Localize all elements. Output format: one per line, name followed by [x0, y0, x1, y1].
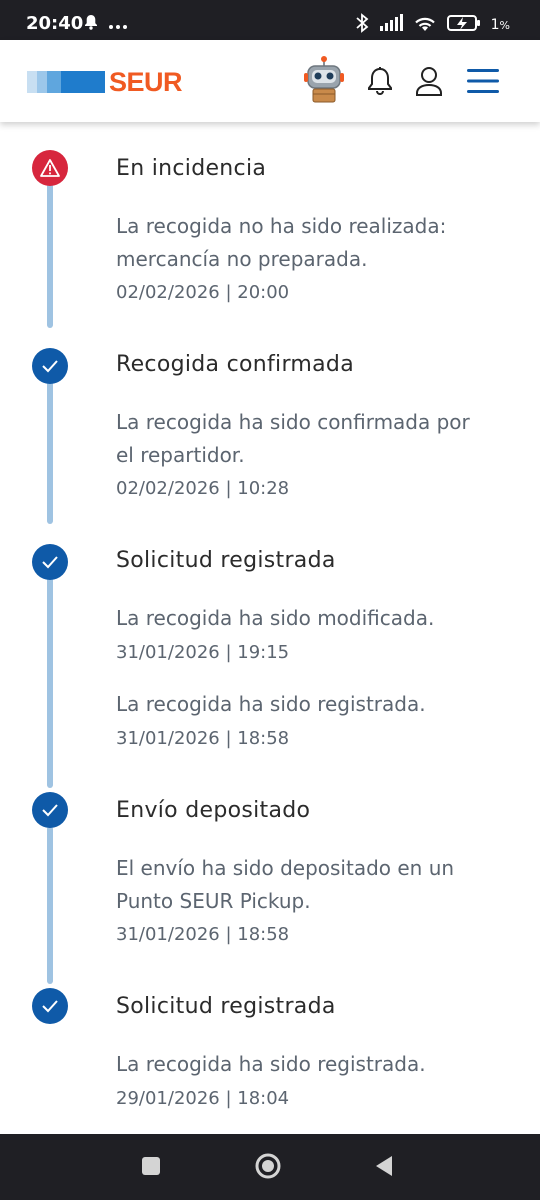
event-date: 02/02/2026 | 20:00 — [116, 282, 290, 303]
event-description: El envío ha sido depositado en un Punto … — [116, 856, 455, 913]
check-icon — [32, 988, 68, 1024]
event-title: Recogida confirmada — [116, 352, 354, 377]
logo-text: SEUR — [109, 66, 183, 97]
robot-assistant-icon[interactable] — [300, 56, 348, 108]
seur-logo[interactable]: SEUR — [27, 67, 183, 97]
bluetooth-icon — [355, 13, 369, 37]
check-icon — [32, 792, 68, 828]
bell-icon[interactable] — [366, 66, 394, 100]
back-triangle-icon[interactable] — [374, 1155, 394, 1181]
event-title: Envío depositado — [116, 798, 311, 823]
event-description: La recogida ha sido registrada. — [116, 692, 426, 716]
signal-icon — [379, 14, 403, 36]
menu-icon[interactable] — [466, 67, 500, 99]
wifi-icon — [413, 14, 437, 36]
event-description: La recogida ha sido confirmada por el re… — [116, 410, 470, 467]
event-date: 29/01/2026 | 18:04 — [116, 1088, 290, 1109]
event-date: 31/01/2026 | 18:58 — [116, 924, 290, 945]
tracking-timeline: En incidencia La recogida no ha sido rea… — [0, 130, 540, 1130]
battery-level: 1% — [490, 17, 510, 33]
status-time: 20:40 — [26, 13, 84, 34]
event-title: En incidencia — [116, 156, 267, 181]
notification-bell-icon — [84, 14, 98, 34]
event-title: Solicitud registrada — [116, 994, 336, 1019]
home-circle-icon[interactable] — [254, 1152, 282, 1184]
event-description: La recogida ha sido modificada. — [116, 606, 435, 630]
timeline-connector — [47, 826, 53, 984]
user-icon[interactable] — [414, 65, 444, 101]
event-date: 31/01/2026 | 18:58 — [116, 728, 290, 749]
check-icon — [32, 544, 68, 580]
system-nav-bar — [0, 1134, 540, 1200]
logo-stripes — [27, 71, 105, 93]
more-dots-icon — [108, 15, 128, 34]
timeline-connector — [47, 366, 53, 524]
recents-square-icon[interactable] — [141, 1156, 161, 1180]
event-date: 02/02/2026 | 10:28 — [116, 478, 290, 499]
event-title: Solicitud registrada — [116, 548, 336, 573]
timeline-connector — [47, 562, 53, 788]
event-date: 31/01/2026 | 19:15 — [116, 642, 290, 663]
battery-charging-icon — [446, 14, 481, 36]
warning-icon — [32, 150, 68, 186]
event-description: La recogida ha sido registrada. — [116, 1052, 426, 1076]
event-description: La recogida no ha sido realizada: mercan… — [116, 214, 447, 271]
timeline-connector — [47, 170, 53, 328]
app-header: SEUR — [0, 40, 540, 122]
check-icon — [32, 348, 68, 384]
